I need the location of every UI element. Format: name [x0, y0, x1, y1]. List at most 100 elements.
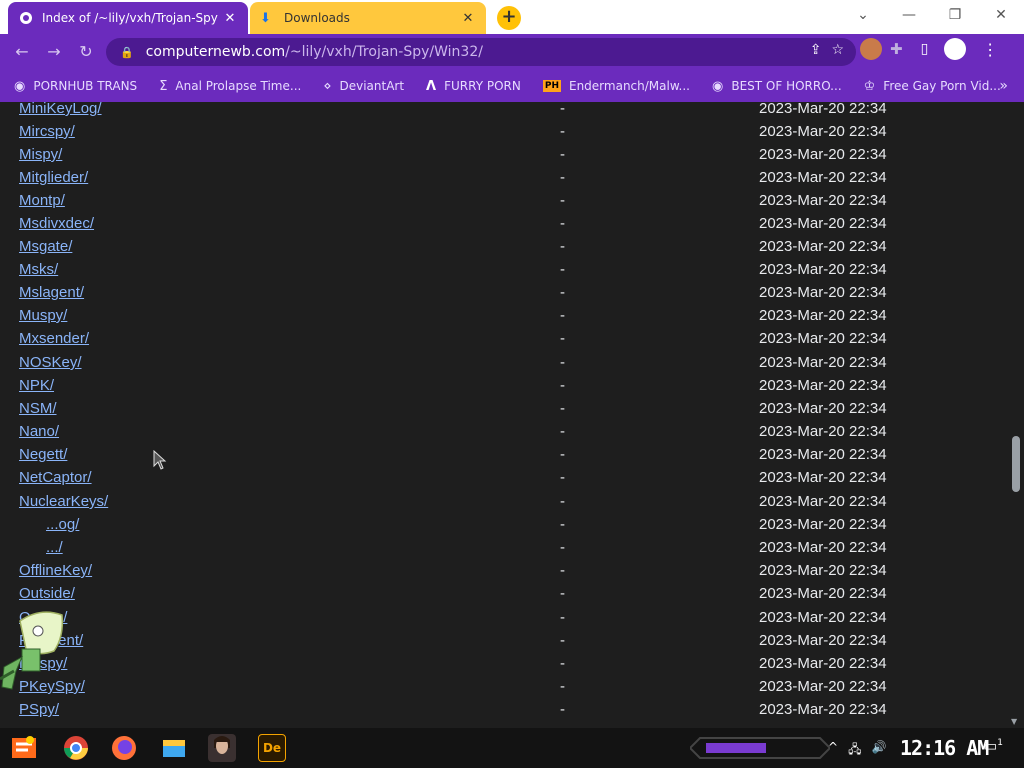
notification-icon[interactable]: ▭1: [984, 738, 1003, 755]
bookmark-item[interactable]: PH Endermanch/Malw...: [542, 79, 690, 93]
forward-button[interactable]: →: [38, 36, 70, 68]
file-explorer-icon[interactable]: [160, 734, 188, 762]
chrome-icon[interactable]: [62, 734, 90, 762]
entry-link[interactable]: Msgate/: [19, 238, 72, 255]
network-icon[interactable]: 🖧: [848, 740, 861, 761]
table-row: Mircspy/ - 2023-Mar-20 22:34: [0, 123, 1000, 146]
entry-link[interactable]: NuclearKeys/: [19, 493, 108, 510]
dreamweaver-icon[interactable]: De: [258, 734, 286, 762]
table-row: Mitglieder/ - 2023-Mar-20 22:34: [0, 169, 1000, 192]
bookmark-item[interactable]: ◉ PORNHUB TRANS: [14, 79, 137, 94]
entry-link[interactable]: NOSKey/: [19, 354, 82, 371]
scroll-down-arrow-icon[interactable]: ▼: [1011, 717, 1017, 726]
entry-size: -: [560, 284, 565, 301]
entry-link[interactable]: Mxsender/: [19, 330, 89, 347]
entry-link[interactable]: Nano/: [19, 423, 59, 440]
entry-size: -: [560, 469, 565, 486]
firefox-icon[interactable]: [110, 734, 138, 762]
entry-date: 2023-Mar-20 22:34: [759, 655, 887, 672]
table-row: NSM/ - 2023-Mar-20 22:34: [0, 400, 1000, 423]
entry-date: 2023-Mar-20 22:34: [759, 493, 887, 510]
bookmark-item[interactable]: ⋄ DeviantArt: [323, 79, 404, 94]
puzzle-icon[interactable]: ✚: [890, 40, 903, 58]
start-icon[interactable]: [10, 734, 38, 762]
entry-link[interactable]: Mispy/: [19, 146, 62, 163]
bookmark-item[interactable]: ◉ BEST OF HORRO...: [712, 79, 842, 94]
entry-link[interactable]: Outside/: [19, 585, 75, 602]
entry-date: 2023-Mar-20 22:34: [759, 215, 887, 232]
entry-link[interactable]: NPK/: [19, 377, 54, 394]
reload-button[interactable]: ↻: [70, 36, 102, 68]
entry-size: -: [560, 215, 565, 232]
taskbar-clock[interactable]: 12:16 AM: [900, 736, 989, 760]
entry-date: 2023-Mar-20 22:34: [759, 261, 887, 278]
tab-downloads[interactable]: ⬇ Downloads ✕: [250, 2, 486, 34]
chevron-up-icon[interactable]: ^: [828, 740, 838, 761]
tab-search-icon[interactable]: ⌄: [840, 4, 886, 28]
entry-date: 2023-Mar-20 22:34: [759, 284, 887, 301]
table-row: ...og/ - 2023-Mar-20 22:34: [0, 516, 1000, 539]
entry-date: 2023-Mar-20 22:34: [759, 609, 887, 626]
entry-date: 2023-Mar-20 22:34: [759, 539, 887, 556]
share-icon[interactable]: ⇪: [810, 42, 822, 58]
extension-avatar-icon[interactable]: [860, 38, 882, 60]
vertical-scrollbar[interactable]: ▼: [1008, 102, 1024, 728]
tab-trojan-spy-index[interactable]: Index of /~lily/vxh/Trojan-Spy ✕: [8, 2, 248, 34]
entry-size: -: [560, 423, 565, 440]
entry-link[interactable]: .../: [46, 539, 63, 556]
entry-date: 2023-Mar-20 22:34: [759, 102, 887, 117]
menu-dots-icon[interactable]: ⋮: [982, 40, 998, 59]
download-icon: ⬇: [260, 10, 271, 26]
lock-icon[interactable]: 🔒: [120, 46, 134, 59]
entry-size: -: [560, 516, 565, 533]
scrollbar-thumb[interactable]: [1012, 436, 1020, 492]
bookmark-item[interactable]: ♔ Free Gay Porn Vid...: [864, 79, 1001, 94]
new-tab-button[interactable]: +: [497, 6, 521, 30]
close-tab-icon[interactable]: ✕: [222, 11, 238, 26]
entry-link[interactable]: NSM/: [19, 400, 57, 417]
deviantart-icon: ⋄: [323, 78, 332, 94]
table-row: Montp/ - 2023-Mar-20 22:34: [0, 192, 1000, 215]
close-tab-icon[interactable]: ✕: [460, 11, 476, 26]
table-row: Ozone/-2023-Mar-20 22:34: [0, 609, 1000, 632]
profile-icon[interactable]: [944, 38, 967, 60]
table-row: Msdivxdec/ - 2023-Mar-20 22:34: [0, 215, 1000, 238]
entry-link[interactable]: ...og/: [46, 516, 79, 533]
entry-link[interactable]: Montp/: [19, 192, 65, 209]
entry-size: -: [560, 261, 565, 278]
bookmark-star-icon[interactable]: ☆: [831, 42, 844, 58]
entry-link[interactable]: Mircspy/: [19, 123, 75, 140]
minimize-button[interactable]: —: [886, 4, 932, 28]
volume-icon[interactable]: 🔊: [871, 740, 886, 761]
entry-link[interactable]: Mslagent/: [19, 284, 84, 301]
entry-size: -: [560, 377, 565, 394]
side-panel-icon[interactable]: ▯: [921, 41, 929, 57]
bookmarks-overflow-icon[interactable]: »: [999, 78, 1008, 94]
back-button[interactable]: ←: [6, 36, 38, 68]
entry-link[interactable]: Negett/: [19, 446, 67, 463]
address-bar[interactable]: 🔒 computernewb.com/~lily/vxh/Trojan-Spy/…: [106, 38, 856, 66]
trophy-icon: ♔: [863, 78, 876, 94]
bookmark-item[interactable]: Σ Anal Prolapse Time...: [159, 79, 301, 94]
entry-link[interactable]: Msdivxdec/: [19, 215, 94, 232]
entry-date: 2023-Mar-20 22:34: [759, 585, 887, 602]
entry-size: -: [560, 123, 565, 140]
entry-link[interactable]: NetCaptor/: [19, 469, 92, 486]
entry-size: -: [560, 238, 565, 255]
entry-link[interactable]: Mitglieder/: [19, 169, 88, 186]
table-row: PKeySpy/-2023-Mar-20 22:34: [0, 678, 1000, 701]
entry-link[interactable]: Msks/: [19, 261, 58, 278]
bookmark-item[interactable]: Λ FURRY PORN: [426, 79, 521, 94]
restore-button[interactable]: ❐: [932, 4, 978, 28]
entry-link[interactable]: OfflineKey/: [19, 562, 92, 579]
entry-size: -: [560, 307, 565, 324]
portrait-icon[interactable]: [208, 734, 236, 762]
entry-link[interactable]: Muspy/: [19, 307, 67, 324]
entry-link[interactable]: PSpy/: [19, 701, 59, 718]
lambda-icon: Λ: [426, 78, 437, 94]
entry-size: -: [560, 192, 565, 209]
close-window-button[interactable]: ✕: [978, 4, 1024, 28]
entry-link[interactable]: MiniKeyLog/: [19, 102, 102, 117]
entry-size: -: [560, 562, 565, 579]
entry-date: 2023-Mar-20 22:34: [759, 632, 887, 649]
